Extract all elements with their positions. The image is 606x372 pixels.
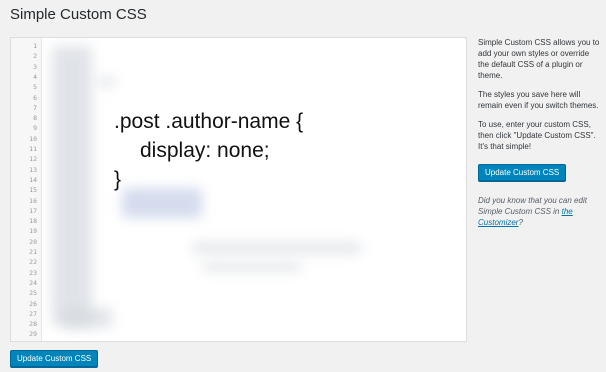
line-number: 12 bbox=[29, 155, 37, 164]
line-number: 15 bbox=[29, 186, 37, 195]
code-line: } bbox=[114, 168, 122, 191]
customizer-note: Did you know that you can edit Simple Cu… bbox=[478, 195, 602, 228]
instructions-text: To use, enter your custom CSS, then clic… bbox=[478, 120, 596, 151]
line-number: 27 bbox=[29, 309, 37, 318]
line-number: 19 bbox=[29, 227, 37, 236]
line-number: 5 bbox=[33, 83, 37, 92]
line-number: 21 bbox=[29, 248, 37, 256]
line-number: 16 bbox=[29, 196, 37, 205]
line-number-gutter: 1 2 3 4 5 6 7 8 9 10 11 12 13 14 15 16 17 18 19 20 21 22 23 24 2… bbox=[11, 38, 42, 341]
line-number: 28 bbox=[29, 320, 37, 329]
line-number: 17 bbox=[29, 206, 37, 215]
css-editor[interactable]: 1 2 3 4 5 6 7 8 9 10 11 12 13 14 15 16 17 18 19 20 21 22 23 24 2… bbox=[10, 37, 467, 342]
line-number: 18 bbox=[29, 217, 37, 226]
code-line: .post .author-name { bbox=[114, 110, 304, 133]
line-number: 8 bbox=[33, 114, 37, 123]
line-number: 14 bbox=[29, 175, 37, 184]
line-number: 13 bbox=[29, 165, 37, 174]
persist-text: The styles you save here will remain eve… bbox=[478, 90, 599, 110]
line-number: 10 bbox=[29, 134, 37, 143]
line-number: 3 bbox=[33, 62, 37, 71]
line-number: 11 bbox=[29, 145, 37, 153]
line-number: 4 bbox=[33, 72, 37, 81]
page-title: Simple Custom CSS bbox=[10, 6, 147, 23]
line-number: 23 bbox=[29, 268, 37, 277]
line-number: 9 bbox=[33, 124, 37, 133]
line-number: 24 bbox=[29, 278, 37, 287]
update-custom-css-button[interactable]: Update Custom CSS bbox=[478, 164, 567, 181]
line-number: 20 bbox=[29, 237, 37, 246]
line-number: 25 bbox=[29, 289, 37, 298]
highlighted-css-code: .post .author-name { display: none; } bbox=[114, 107, 303, 194]
line-number: 2 bbox=[33, 52, 37, 61]
line-number: 6 bbox=[33, 93, 37, 102]
update-custom-css-button-bottom[interactable]: Update Custom CSS bbox=[10, 350, 99, 367]
code-line: display: none; bbox=[140, 139, 270, 162]
line-number: 29 bbox=[29, 330, 37, 339]
line-number: 7 bbox=[33, 103, 37, 112]
help-sidebar: Simple Custom CSS allows you to add your… bbox=[478, 37, 602, 236]
line-number: 26 bbox=[29, 299, 37, 308]
line-number: 22 bbox=[29, 258, 37, 267]
note-suffix: ? bbox=[518, 218, 523, 227]
intro-text: Simple Custom CSS allows you to add your… bbox=[478, 38, 600, 80]
line-number: 1 bbox=[33, 42, 37, 50]
